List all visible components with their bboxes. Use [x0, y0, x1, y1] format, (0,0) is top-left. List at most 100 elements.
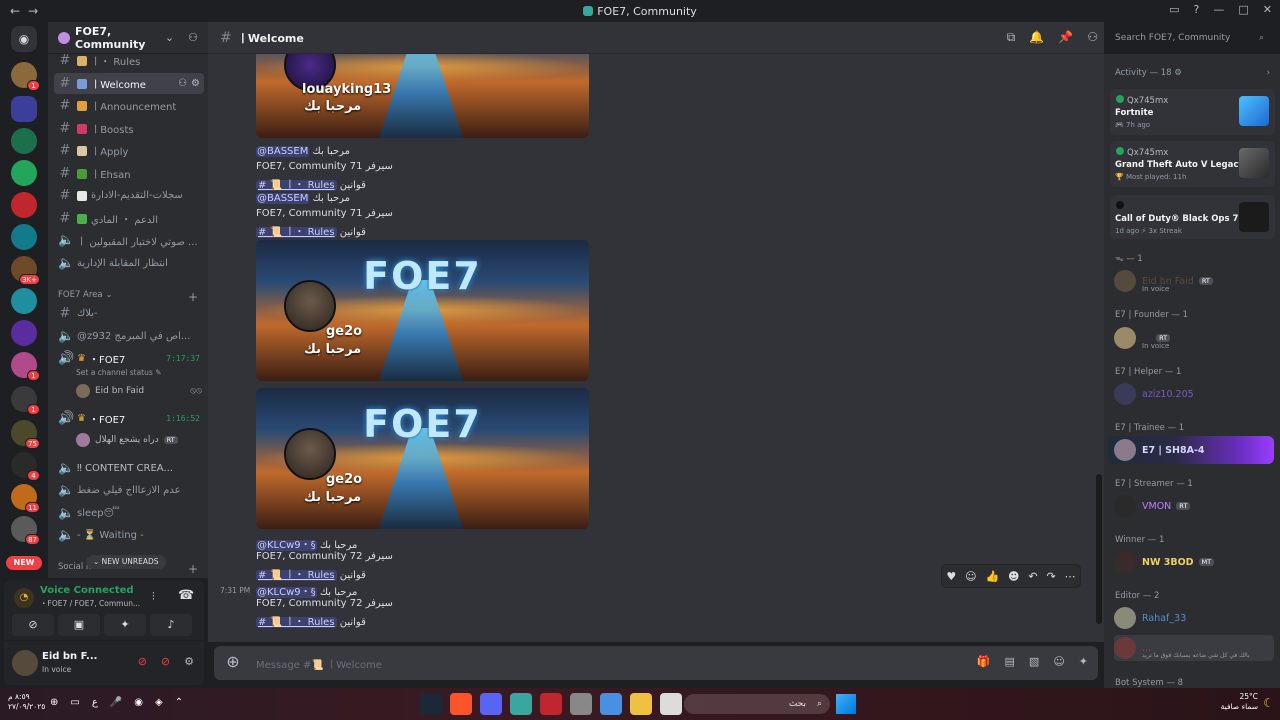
scrollbar[interactable] — [1096, 474, 1102, 624]
server-icon[interactable]: 75 — [11, 420, 40, 449]
server-icon[interactable] — [11, 320, 37, 346]
voice-user[interactable]: Eid bn Faid ⦸⦸ — [76, 384, 202, 398]
channel-voice-interview[interactable]: 🔈 انتظار المقابلة الإدارية — [54, 253, 204, 274]
member-item[interactable]: ... RT In voice — [1114, 325, 1274, 351]
gift-icon[interactable]: 🎁 — [977, 655, 991, 668]
discord-home-icon[interactable]: ◉ — [11, 26, 37, 52]
channel-admin-log[interactable]: # سجلات-التقديم-الادارة — [54, 185, 204, 206]
back-arrow-icon[interactable]: ← — [10, 4, 20, 18]
screen-share-button[interactable]: ▣ — [58, 614, 100, 636]
message-composer[interactable]: ⊕ Message #📜 ㅣWelcome 🎁 ▤ ▧ ☺ ✦ — [214, 646, 1098, 680]
soundboard-button[interactable]: ♪ — [150, 614, 192, 636]
category-foe7-area[interactable]: FOE7 Area ⌄ + — [58, 290, 198, 304]
channel-welcome[interactable]: # ㅣWelcome ⚇ ⚙ — [54, 73, 204, 94]
server-icon[interactable] — [11, 224, 37, 250]
security-icon[interactable]: ◈ — [155, 697, 163, 708]
task-view-icon[interactable] — [660, 693, 682, 715]
add-member-icon[interactable]: ⚇ — [188, 31, 198, 44]
server-folder-icon[interactable] — [11, 96, 37, 122]
channel-support[interactable]: # الدعم ・ المادي — [54, 208, 204, 229]
bell-icon[interactable]: 🔔 — [1029, 30, 1044, 45]
more-icon[interactable]: ⋯ — [1065, 570, 1076, 583]
activities-button[interactable]: ✦ — [104, 614, 146, 636]
inbox-icon[interactable]: ▭ — [1169, 3, 1179, 16]
heart-reaction-icon[interactable]: ♥ — [946, 570, 956, 583]
forward-arrow-icon[interactable]: → — [28, 4, 38, 18]
channel-voice-test[interactable]: 🔈 ㅣ صوتي لاختبار المقبولين ... — [54, 230, 204, 251]
activity-card[interactable]: Qx745mx Grand Theft Auto V Legacy 🏆 Most… — [1110, 141, 1275, 187]
new-unreads-button[interactable]: ⌄ NEW UNREADS — [86, 555, 166, 569]
chevron-up-icon[interactable]: ⌃ — [175, 697, 183, 708]
pin-icon[interactable]: 📌 — [1058, 30, 1073, 45]
server-icon[interactable]: 87 — [11, 516, 40, 545]
server-icon[interactable]: 11 — [11, 484, 40, 513]
minimize-icon[interactable]: — — [1213, 3, 1224, 16]
channel-black[interactable]: # بلاك- — [54, 303, 204, 324]
channel-apply[interactable]: # ㅣApply — [54, 140, 204, 161]
channel-boosts[interactable]: # ㅣBoosts — [54, 118, 204, 139]
member-item[interactable]: Eid bn Faid RT In voice — [1114, 268, 1274, 294]
member-item[interactable]: E7 | SH8A-4 — [1114, 437, 1274, 463]
language-indicator[interactable]: ع — [92, 697, 98, 708]
steam-app-icon[interactable] — [420, 693, 442, 715]
channel-waiting[interactable]: 🔈 - ⏳ Waiting - — [54, 525, 204, 546]
channel-sleep[interactable]: 🔈 sleep😴 — [54, 503, 204, 524]
add-reaction-icon[interactable]: ☻ — [1008, 570, 1019, 583]
member-list-icon[interactable]: ⚇ — [1087, 30, 1098, 45]
plus-icon[interactable]: + — [188, 562, 198, 576]
discord-app-icon[interactable] — [480, 693, 502, 715]
taskbar-search[interactable]: بحث ⌕ — [684, 694, 830, 714]
member-item[interactable]: Rahaf_33 — [1114, 605, 1274, 631]
server-icon[interactable]: 4 — [11, 452, 40, 481]
reply-icon[interactable]: ↶ — [1028, 570, 1037, 583]
windows-start-icon[interactable] — [836, 694, 856, 714]
folder-app-icon[interactable] — [630, 693, 652, 715]
apps-icon[interactable]: ✦ — [1079, 655, 1088, 668]
thumbs-up-reaction-icon[interactable]: 👍 — [985, 570, 999, 583]
invite-icon[interactable]: ⚇ — [178, 78, 187, 89]
voice-app-icon[interactable] — [540, 693, 562, 715]
member-item[interactable]: VMON RT — [1114, 493, 1274, 519]
channel-ehsan[interactable]: # ㅣEhsan — [54, 163, 204, 184]
gear-icon[interactable]: ⚙ — [191, 78, 200, 89]
help-icon[interactable]: ? — [1194, 3, 1200, 16]
deafen-icon[interactable]: ⊘ — [161, 655, 170, 668]
member-item[interactable]: NW 3BOD MT — [1114, 549, 1274, 575]
server-icon[interactable]: 1 — [11, 352, 40, 381]
threads-icon[interactable]: ⧉ — [1007, 30, 1016, 45]
channel-dnd[interactable]: 🔈 عدم الازعاااج فيلي ضغط — [54, 480, 204, 501]
notification-icon[interactable]: ⊕ — [50, 697, 58, 708]
channel-content-creators[interactable]: 🔈 ‼ CONTENT CREA... — [54, 458, 204, 479]
search-input[interactable]: Search FOE7, Community ⌕ — [1110, 28, 1270, 48]
voice-user[interactable]: دراه يشجع الهلال RT — [76, 433, 202, 447]
gear-icon[interactable]: ⚙ — [184, 655, 194, 668]
channel-announcement[interactable]: # ㅣAnnouncement — [54, 95, 204, 116]
server-icon[interactable]: 3K+ — [11, 256, 40, 285]
server-icon[interactable] — [11, 192, 37, 218]
disconnect-icon[interactable]: ☎ — [178, 588, 194, 603]
clock[interactable]: ٨:٥٩ م ٢٧/٠٩/٢٠٢٥ — [8, 692, 45, 712]
store-app-icon[interactable] — [600, 693, 622, 715]
server-icon[interactable] — [11, 128, 37, 154]
channel-voice-foe7-1[interactable]: 🔊 ♛ ・FOE7 7:17:37 — [54, 348, 204, 369]
channel-status[interactable]: Set a channel status ✎ — [76, 368, 161, 377]
steam-tray-icon[interactable]: ◉ — [134, 697, 143, 708]
server-icon[interactable] — [11, 288, 37, 314]
gif-icon[interactable]: ▤ — [1005, 655, 1015, 668]
activity-card[interactable]: Call of Duty® Black Ops 7 1d ago ⚡ 3x St… — [1110, 195, 1275, 239]
weather-widget[interactable]: 25°C سماء صافية — [1221, 692, 1258, 712]
member-item[interactable]: aziz10.205 — [1114, 381, 1274, 407]
mouse-app-icon[interactable] — [570, 693, 592, 715]
plus-icon[interactable]: ⊕ — [224, 653, 242, 671]
mute-mic-icon[interactable]: ⊘ — [138, 655, 147, 668]
noise-suppression-icon[interactable]: ⫶ — [152, 590, 155, 604]
channel-rules[interactable]: # ㅣ・ Rules — [54, 50, 204, 71]
avatar[interactable] — [12, 650, 38, 676]
brave-app-icon[interactable] — [450, 693, 472, 715]
voice-channel-label[interactable]: ・FOE7 / FOE7, Commun... — [40, 598, 140, 609]
sticker-icon[interactable]: ▧ — [1029, 655, 1039, 668]
new-unreads-pill[interactable]: NEW — [6, 556, 42, 570]
close-icon[interactable]: ✕ — [1263, 3, 1272, 16]
plus-icon[interactable]: + — [188, 290, 198, 304]
app-icon[interactable] — [510, 693, 532, 715]
